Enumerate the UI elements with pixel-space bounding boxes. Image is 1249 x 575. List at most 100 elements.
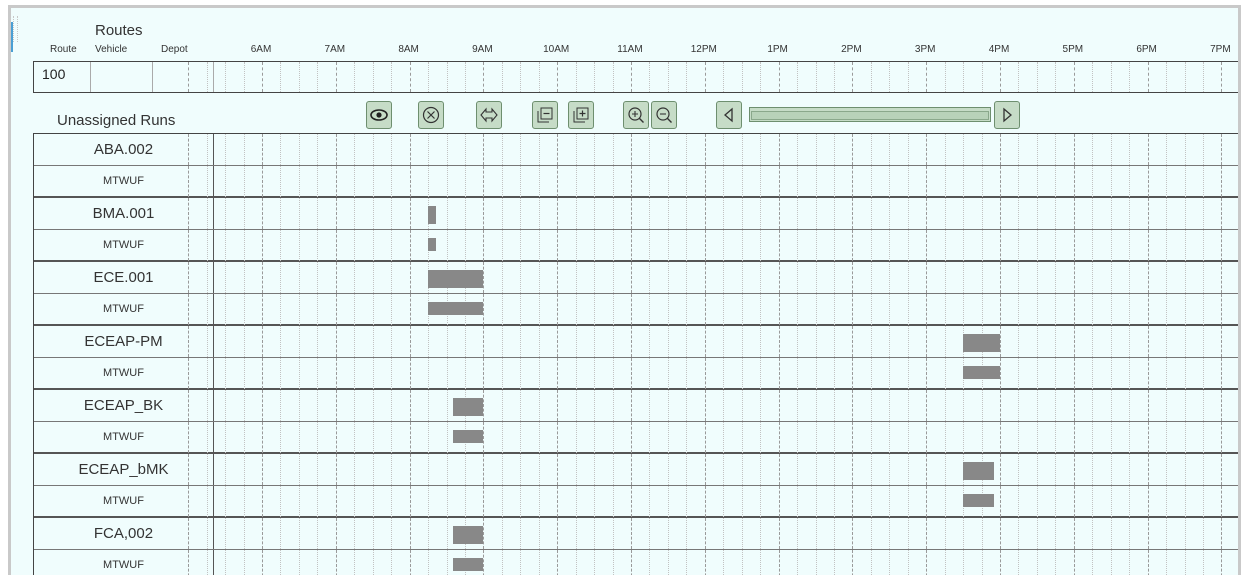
- quarter-gridline: [797, 390, 799, 421]
- hour-gridline: [483, 262, 485, 293]
- run-bar[interactable]: [963, 494, 994, 507]
- hour-gridline: [778, 230, 780, 261]
- route-row[interactable]: 100: [33, 61, 1238, 93]
- run-bar[interactable]: [963, 366, 1000, 379]
- expand-button[interactable]: [568, 101, 594, 129]
- quarter-gridline: [1166, 294, 1168, 325]
- run-name-row[interactable]: BMA.001: [34, 198, 1238, 230]
- clear-button[interactable]: [418, 101, 444, 129]
- run-name-row[interactable]: ECEAP_bMK: [34, 454, 1238, 486]
- run-group[interactable]: BMA.001 MTWUF: [34, 198, 1238, 262]
- run-timeline[interactable]: [188, 422, 1238, 453]
- depot-cell[interactable]: [153, 62, 214, 92]
- quarter-gridline: [391, 454, 393, 485]
- route-cell[interactable]: 100: [34, 62, 91, 92]
- run-timeline[interactable]: [188, 294, 1238, 325]
- run-timeline[interactable]: [188, 166, 1238, 197]
- run-bar[interactable]: [428, 302, 484, 315]
- run-name-row[interactable]: FCA,002: [34, 518, 1238, 550]
- run-name-row[interactable]: ECEAP_BK: [34, 390, 1238, 422]
- quarter-gridline: [1055, 390, 1057, 421]
- run-timeline[interactable]: [188, 262, 1238, 293]
- run-timeline[interactable]: [188, 550, 1238, 575]
- zoom-in-button[interactable]: [623, 101, 649, 129]
- run-timeline[interactable]: [188, 518, 1238, 549]
- route-timeline[interactable]: [188, 62, 1238, 92]
- quarter-gridline: [575, 422, 577, 453]
- run-name-row[interactable]: ABA.002: [34, 134, 1238, 166]
- quarter-gridline: [797, 230, 799, 261]
- swap-button[interactable]: [476, 101, 502, 129]
- run-timeline[interactable]: [188, 326, 1238, 357]
- run-timeline[interactable]: [188, 390, 1238, 421]
- run-name-row[interactable]: ECEAP-PM: [34, 326, 1238, 358]
- hour-gridline: [1000, 326, 1001, 357]
- time-label: 8AM: [398, 44, 419, 55]
- quarter-gridline: [741, 198, 743, 229]
- run-days-row[interactable]: MTWUF: [34, 230, 1238, 261]
- time-label: 4PM: [988, 44, 1010, 55]
- view-button[interactable]: [366, 101, 392, 129]
- hour-gridline: [1147, 518, 1149, 549]
- run-bar[interactable]: [452, 558, 484, 571]
- quarter-gridline: [464, 326, 466, 357]
- run-name-row[interactable]: ECE.001: [34, 262, 1238, 294]
- scroll-right-button[interactable]: [994, 101, 1020, 129]
- collapse-button[interactable]: [532, 101, 558, 129]
- quarter-gridline: [963, 262, 965, 293]
- zoom-out-button[interactable]: [651, 101, 677, 129]
- run-timeline[interactable]: [188, 198, 1238, 229]
- quarter-gridline: [575, 326, 577, 357]
- quarter-gridline: [354, 166, 356, 197]
- quarter-gridline: [538, 422, 540, 453]
- run-group[interactable]: ECE.001 MTWUF: [34, 262, 1238, 326]
- run-timeline[interactable]: [188, 486, 1238, 517]
- quarter-gridline: [206, 134, 208, 165]
- hour-gridline: [557, 294, 559, 325]
- timeline-scrollbar[interactable]: [749, 107, 991, 122]
- quarter-gridline: [1110, 422, 1112, 453]
- quarter-gridline: [815, 486, 817, 517]
- run-days-row[interactable]: MTWUF: [34, 166, 1238, 197]
- quarter-gridline: [1166, 518, 1168, 549]
- run-days-row[interactable]: MTWUF: [34, 294, 1238, 325]
- run-group[interactable]: ECEAP_bMK MTWUF: [34, 454, 1238, 518]
- run-days-row[interactable]: MTWUF: [34, 358, 1238, 389]
- quarter-gridline: [372, 550, 374, 575]
- scrollbar-thumb[interactable]: [751, 111, 989, 120]
- vehicle-cell[interactable]: [91, 62, 153, 92]
- run-group[interactable]: ECEAP-PM MTWUF: [34, 326, 1238, 390]
- quarter-gridline: [225, 262, 227, 293]
- quarter-gridline: [538, 198, 540, 229]
- quarter-gridline: [797, 262, 799, 293]
- scroll-left-button[interactable]: [716, 101, 742, 129]
- run-bar[interactable]: [452, 430, 484, 443]
- run-group[interactable]: ABA.002 MTWUF: [34, 134, 1238, 198]
- run-bar[interactable]: [452, 398, 484, 416]
- quarter-gridline: [243, 198, 245, 229]
- quarter-gridline: [833, 294, 835, 325]
- run-days-row[interactable]: MTWUF: [34, 486, 1238, 517]
- quarter-gridline: [1202, 518, 1204, 549]
- run-timeline[interactable]: [188, 134, 1238, 165]
- run-group[interactable]: ECEAP_BK MTWUF: [34, 390, 1238, 454]
- run-bar[interactable]: [428, 238, 437, 251]
- run-timeline[interactable]: [188, 230, 1238, 261]
- run-timeline[interactable]: [188, 358, 1238, 389]
- hour-gridline: [409, 454, 411, 485]
- quarter-gridline: [1202, 358, 1204, 389]
- run-days-row[interactable]: MTWUF: [34, 422, 1238, 453]
- run-timeline[interactable]: [188, 454, 1238, 485]
- quarter-gridline: [1202, 134, 1204, 165]
- run-bar[interactable]: [428, 206, 437, 224]
- run-group[interactable]: FCA,002 MTWUF: [34, 518, 1238, 575]
- run-bar[interactable]: [428, 270, 484, 288]
- run-bar[interactable]: [452, 526, 484, 544]
- hour-gridline: [631, 62, 632, 92]
- quarter-gridline: [354, 62, 356, 92]
- quarter-gridline: [575, 166, 577, 197]
- hour-gridline: [1073, 294, 1075, 325]
- run-days-row[interactable]: MTWUF: [34, 550, 1238, 575]
- run-bar[interactable]: [963, 334, 1000, 352]
- run-bar[interactable]: [963, 462, 994, 480]
